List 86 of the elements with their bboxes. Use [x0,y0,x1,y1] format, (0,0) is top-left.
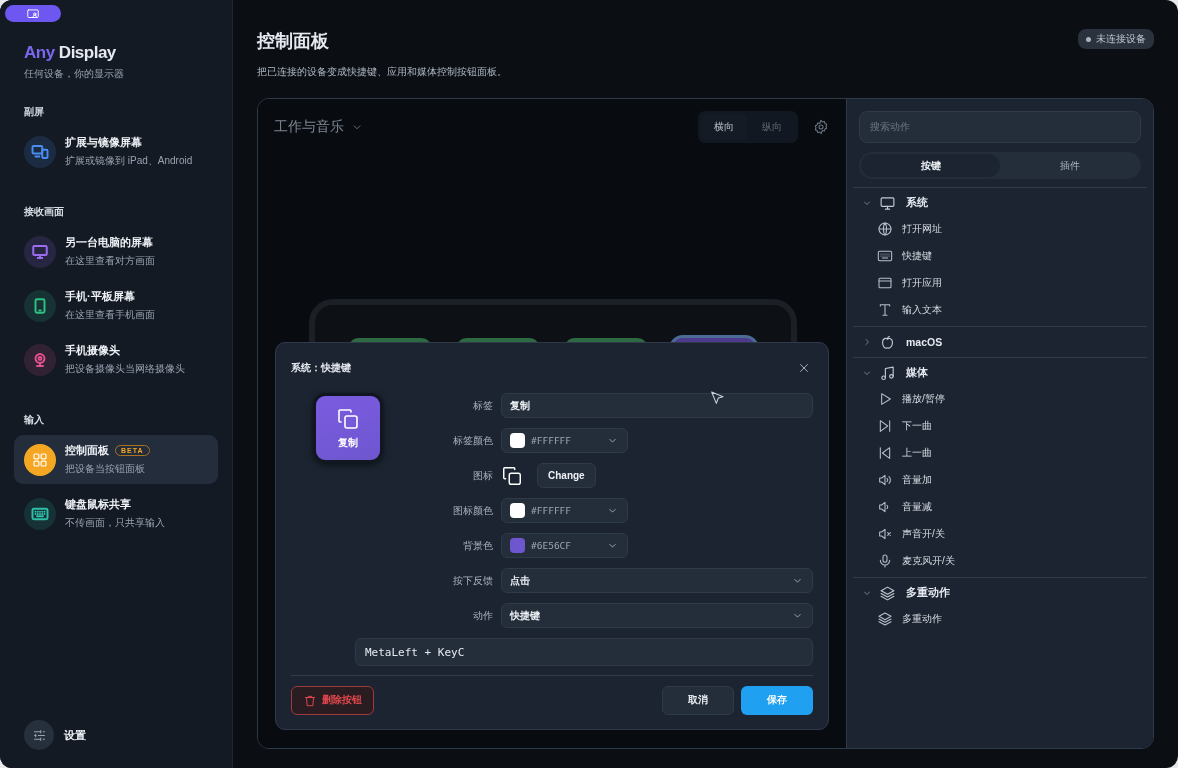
action-item[interactable]: 快捷键 [853,242,1147,269]
skip-back-icon [877,444,893,461]
action-item[interactable]: 多重动作 [853,605,1147,632]
settings-button[interactable] [24,720,54,750]
action-item[interactable]: 输入文本 [853,296,1147,323]
group-header[interactable]: 系统 [853,191,1147,215]
group-header[interactable]: 多重动作 [853,581,1147,605]
cursor-icon [709,390,725,406]
group-header[interactable]: 媒体 [853,361,1147,385]
sidebar-item[interactable]: 键盘鼠标共享 不传画面，只共享输入 [14,489,218,538]
field-label: 按下反馈 [452,573,493,588]
settings-icon [813,119,829,135]
grid-icon [31,450,49,469]
copy-icon [501,464,523,487]
select-field[interactable]: 快捷键 [501,603,813,628]
field-label: 标签 [472,398,493,413]
microphone-icon [877,552,893,569]
close-icon [797,361,811,375]
globe-icon [877,220,893,237]
layout-dropdown[interactable]: 工作与音乐 [274,118,364,136]
action-item[interactable]: 打开网址 [853,215,1147,242]
action-item[interactable]: 音量加 [853,466,1147,493]
item-title: 扩展与镜像屏幕 [65,135,142,150]
group-header[interactable]: macOS [853,330,1147,354]
field-label: 图标 [472,468,493,483]
text-icon [877,301,893,318]
dialog-title: 系统：快捷键 [291,361,351,375]
color-select[interactable]: #FFFFFF [501,498,628,523]
action-item[interactable]: 播放/暂停 [853,385,1147,412]
field-label: 动作 [472,608,493,623]
orientation-tab[interactable]: 横向 [701,114,747,140]
shortcut-field[interactable]: MetaLeft + KeyC [355,638,813,666]
action-item[interactable]: 音量减 [853,493,1147,520]
item-subtitle: 在这里查看对方画面 [65,254,155,268]
page-subtitle: 把已连接的设备变成快捷键、应用和媒体控制按钮面板。 [257,66,507,79]
action-item[interactable]: 下一曲 [853,412,1147,439]
item-subtitle: 扩展或镜像到 iPad、Android [65,154,193,168]
apple-icon [879,333,896,351]
item-title: 手机摄像头 [65,343,120,358]
trash-icon [303,693,317,708]
monitor-icon [879,194,896,212]
action-item[interactable]: 上一曲 [853,439,1147,466]
item-subtitle: 不传画面，只共享输入 [65,516,165,530]
panel-tab[interactable]: 插件 [1000,154,1139,177]
music-note-icon [879,364,896,382]
change-button[interactable]: Change [537,463,596,488]
layers-icon [879,584,896,602]
display-icon [26,6,40,21]
color-select[interactable]: #6E56CF [501,533,628,558]
section-heading: 副屏 [24,105,44,119]
select-field[interactable]: 点击 [501,568,813,593]
item-title: 键盘鼠标共享 [65,497,131,512]
action-item[interactable]: 麦克风开/关 [853,547,1147,574]
item-title: 手机·平板屏幕 [65,289,135,304]
sidebar-item[interactable]: 手机·平板屏幕 在这里查看手机画面 [14,281,218,330]
key-label: 复制 [338,435,358,450]
copy-icon [336,406,360,431]
item-title: 另一台电脑的屏幕 [65,235,153,250]
section-heading: 输入 [24,413,44,427]
action-item[interactable]: 打开应用 [853,269,1147,296]
settings-label: 设置 [64,727,86,743]
action-item[interactable]: 声音开/关 [853,520,1147,547]
app-logo: Any Display [24,43,116,63]
field-label: 背景色 [462,538,493,553]
color-select[interactable]: #FFFFFF [501,428,628,453]
sidebar-item[interactable]: 扩展与镜像屏幕 扩展或镜像到 iPad、Android [14,127,218,176]
panel-tab[interactable]: 按键 [861,154,1000,177]
item-subtitle: 在这里查看手机画面 [65,308,155,322]
sidebar-item[interactable]: 另一台电脑的屏幕 在这里查看对方画面 [14,227,218,276]
skip-forward-icon [877,417,893,434]
status-badge: 未连接设备 [1078,29,1154,49]
section-heading: 接收画面 [24,205,64,219]
app-tagline: 任何设备，你的显示器 [24,67,124,81]
display-mode-button[interactable] [5,5,61,22]
sidebar-item[interactable]: 手机摄像头 把设备摄像头当网络摄像头 [14,335,218,384]
field-label: 图标颜色 [452,503,493,518]
cancel-button[interactable]: 取消 [662,686,734,715]
item-title: 控制面板 [65,443,109,458]
sliders-icon [31,727,47,743]
item-subtitle: 把设备摄像头当网络摄像头 [65,362,185,376]
label-field[interactable]: 复制 [501,393,813,418]
item-subtitle: 把设备当按钮面板 [65,462,146,476]
delete-button[interactable]: 删除按钮 [291,686,374,715]
page-title: 控制面板 [257,30,329,53]
layers-icon [877,610,893,627]
field-label: 标签颜色 [452,433,493,448]
